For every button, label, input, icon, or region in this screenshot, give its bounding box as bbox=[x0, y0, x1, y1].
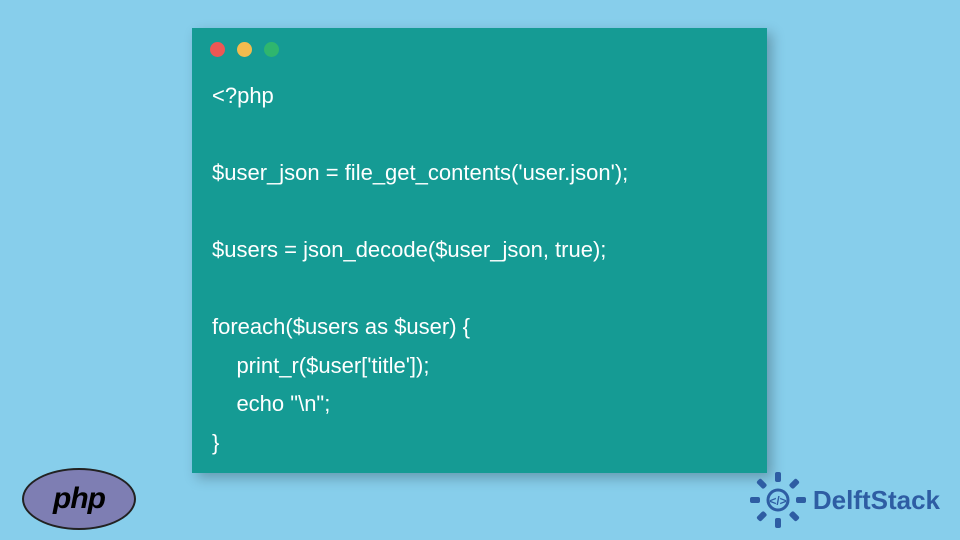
delftstack-text: DelftStack bbox=[813, 485, 940, 516]
svg-text:</>: </> bbox=[769, 494, 786, 508]
code-window: <?php $user_json = file_get_contents('us… bbox=[192, 28, 767, 473]
php-logo: php bbox=[22, 468, 136, 530]
php-logo-ellipse: php bbox=[22, 468, 136, 530]
window-control-close-icon bbox=[210, 42, 225, 57]
window-controls bbox=[192, 28, 767, 67]
php-logo-text: php bbox=[53, 482, 105, 516]
code-content: <?php $user_json = file_get_contents('us… bbox=[192, 67, 767, 472]
delftstack-logo: </> DelftStack bbox=[748, 470, 940, 530]
window-control-maximize-icon bbox=[264, 42, 279, 57]
delftstack-gear-icon: </> bbox=[748, 470, 808, 530]
window-control-minimize-icon bbox=[237, 42, 252, 57]
